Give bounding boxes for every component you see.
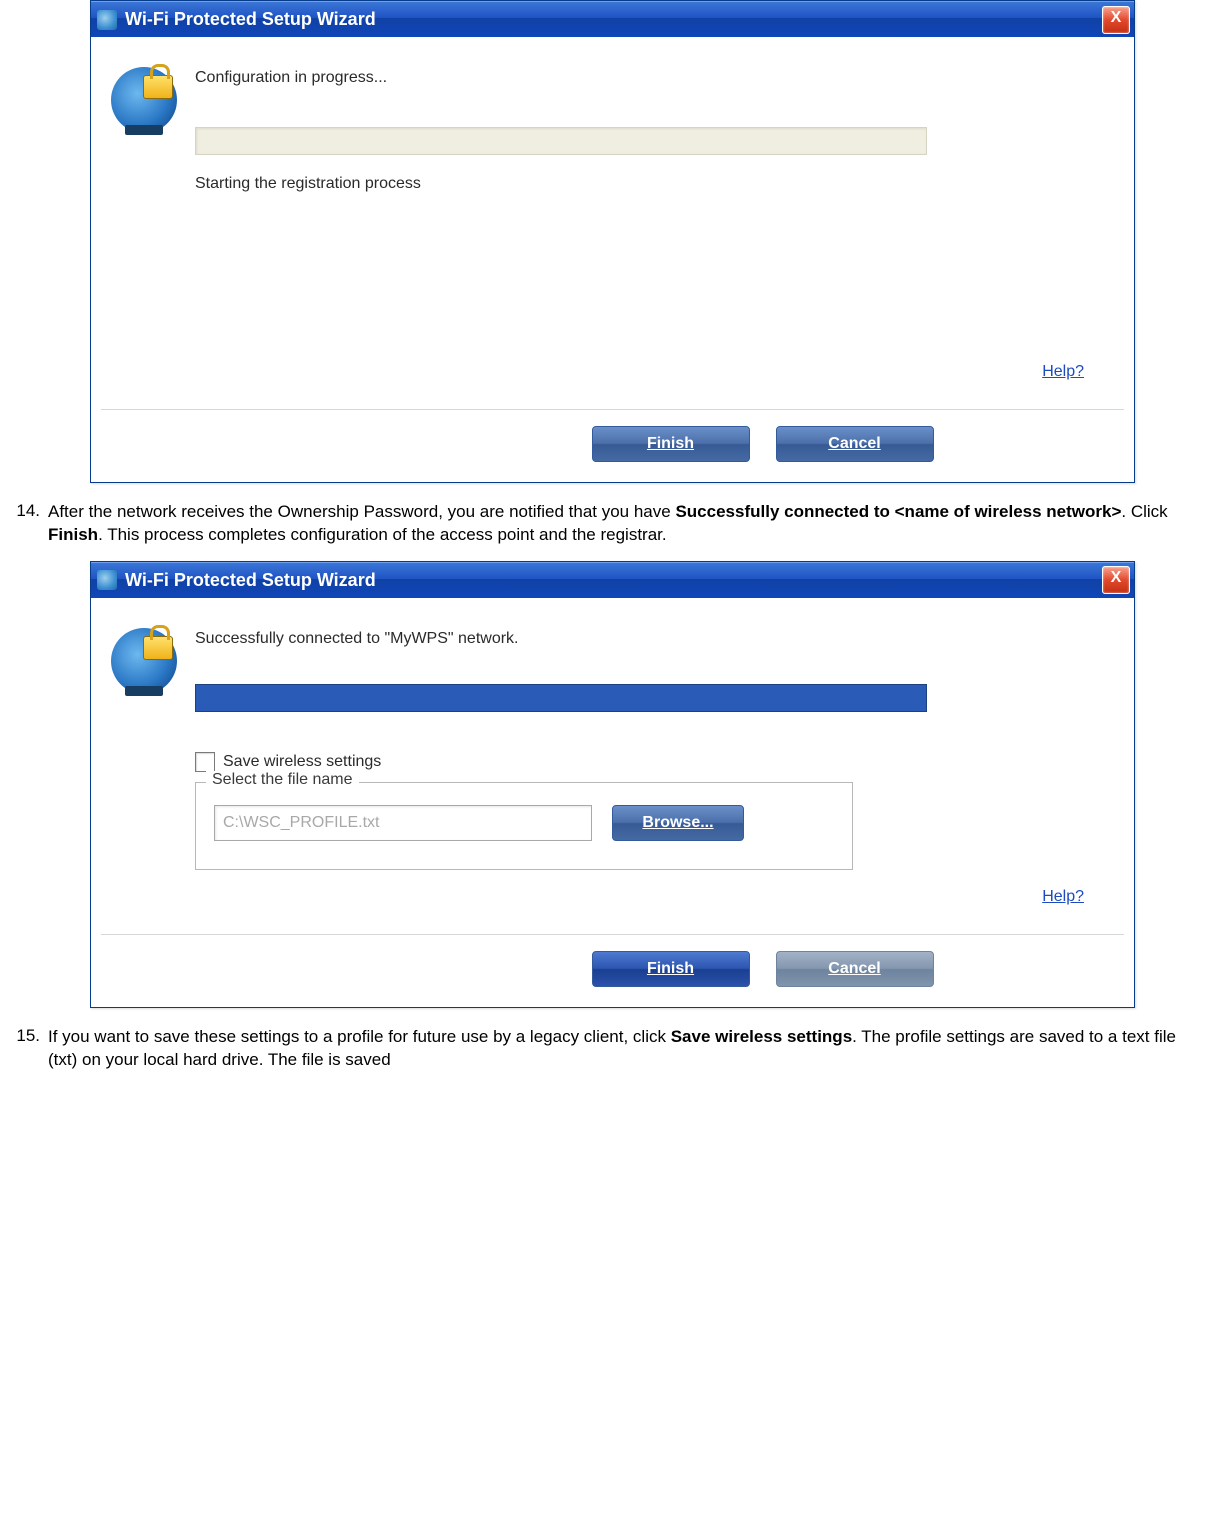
close-icon[interactable]: X (1102, 6, 1130, 34)
wifi-lock-icon (111, 67, 177, 133)
groupbox-legend: Select the file name (206, 771, 359, 789)
app-icon (97, 10, 117, 30)
step-number: 14. (0, 501, 48, 547)
button-bar: Finish Cancel (91, 935, 1134, 1007)
window-title: Wi-Fi Protected Setup Wizard (125, 570, 376, 591)
progress-bar-complete (195, 684, 927, 712)
button-bar: Finish Cancel (91, 410, 1134, 482)
status-text: Starting the registration process (195, 175, 1114, 193)
instruction-step-14: 14. After the network receives the Owner… (0, 501, 1207, 547)
window-title: Wi-Fi Protected Setup Wizard (125, 9, 376, 30)
cancel-button[interactable]: Cancel (776, 426, 934, 462)
titlebar[interactable]: Wi-Fi Protected Setup Wizard X (91, 562, 1134, 598)
save-settings-label: Save wireless settings (223, 753, 381, 771)
success-heading: Successfully connected to "MyWPS" networ… (195, 630, 1114, 648)
file-name-groupbox: Select the file name Browse... (195, 782, 853, 870)
finish-button[interactable]: Finish (592, 426, 750, 462)
save-settings-checkbox[interactable] (195, 752, 215, 772)
step-text: If you want to save these settings to a … (48, 1026, 1207, 1072)
wps-wizard-dialog-success: Wi-Fi Protected Setup Wizard X Successfu… (90, 561, 1135, 1008)
step-text: After the network receives the Ownership… (48, 501, 1207, 547)
close-icon[interactable]: X (1102, 566, 1130, 594)
progress-bar (195, 127, 927, 155)
step-number: 15. (0, 1026, 48, 1072)
cancel-button[interactable]: Cancel (776, 951, 934, 987)
help-link[interactable]: Help? (1042, 363, 1084, 380)
progress-heading: Configuration in progress... (195, 69, 1114, 87)
instruction-step-15: 15. If you want to save these settings t… (0, 1026, 1207, 1072)
titlebar[interactable]: Wi-Fi Protected Setup Wizard X (91, 1, 1134, 37)
wps-wizard-dialog-progress: Wi-Fi Protected Setup Wizard X Configura… (90, 0, 1135, 483)
browse-button[interactable]: Browse... (612, 805, 744, 841)
wifi-lock-icon (111, 628, 177, 694)
finish-button[interactable]: Finish (592, 951, 750, 987)
app-icon (97, 570, 117, 590)
file-path-input[interactable] (214, 805, 592, 841)
help-link[interactable]: Help? (1042, 888, 1084, 905)
